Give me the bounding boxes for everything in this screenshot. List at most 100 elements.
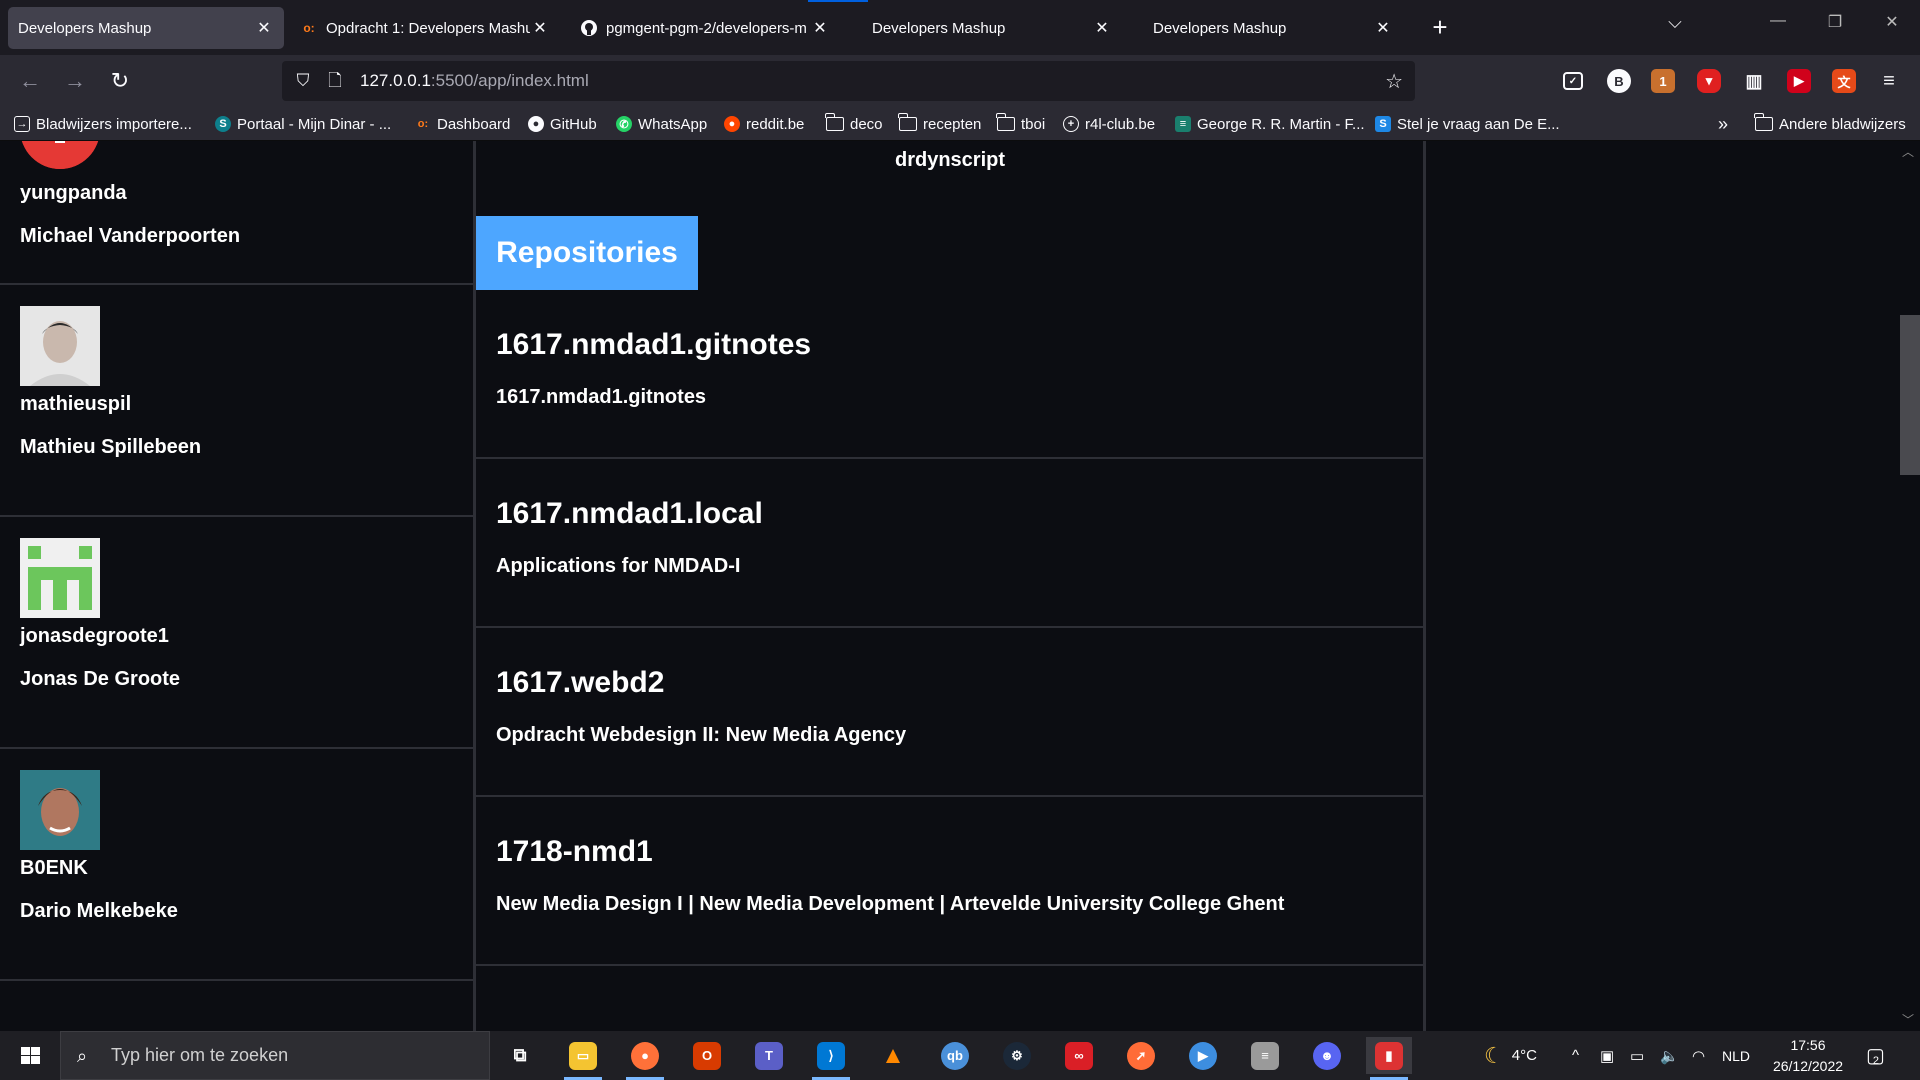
taskbar-search-box[interactable]: ⌕ Typ hier om te zoeken: [60, 1031, 490, 1080]
search-placeholder: Typ hier om te zoeken: [111, 1045, 289, 1065]
bookmark-github[interactable]: ● GitHub: [528, 112, 597, 136]
bookmark-other-folder[interactable]: Andere bladwijzers: [1754, 112, 1906, 136]
photo-avatar: [20, 306, 100, 386]
list-all-tabs-button[interactable]: ⌵: [1660, 12, 1690, 42]
user-fullname: Michael Vanderpoorten: [20, 225, 241, 247]
bookmark-reddit[interactable]: ● reddit.be: [724, 112, 804, 136]
tab-github-repo[interactable]: pgmgent-pgm-2/developers-m ✕: [570, 7, 840, 49]
user-card[interactable]: B0ENK Dario Melkebeke: [0, 749, 474, 981]
tab-title: Developers Mashup: [872, 19, 1006, 37]
bookmark-label: r4l-club.be: [1085, 115, 1156, 133]
language-indicator[interactable]: NLD: [1722, 1031, 1750, 1080]
qbittorrent-icon[interactable]: qb: [932, 1037, 978, 1074]
user-login: B0ENK: [20, 857, 88, 879]
repositories-button[interactable]: Repositories: [476, 216, 698, 290]
tab-developers-mashup-2[interactable]: Developers Mashup ✕: [852, 7, 1122, 49]
reddit-icon: ●: [724, 116, 740, 132]
steam-icon[interactable]: ⚙: [994, 1037, 1040, 1074]
close-icon[interactable]: ✕: [1373, 18, 1393, 38]
firefox-icon[interactable]: ●: [622, 1037, 668, 1080]
office-icon[interactable]: O: [684, 1037, 730, 1074]
bookmark-label: tboi: [1021, 115, 1046, 133]
url-text[interactable]: 127.0.0.1:5500/app/index.html: [360, 71, 589, 91]
repo-description: New Media Design I | New Media Developme…: [496, 893, 1285, 915]
menu-icon[interactable]: ≡: [1877, 69, 1901, 93]
notifications-icon[interactable]: ▢ 2: [1866, 1031, 1885, 1080]
globe-icon: +: [1063, 116, 1079, 132]
close-icon[interactable]: ✕: [810, 18, 830, 38]
close-icon[interactable]: ✕: [530, 18, 550, 38]
address-bar[interactable]: ⛉ 🗋 127.0.0.1:5500/app/index.html ☆: [282, 61, 1415, 101]
file-explorer-icon[interactable]: ▭: [560, 1037, 606, 1080]
bookmark-dashboard[interactable]: o: Dashboard: [415, 112, 511, 136]
user-fullname: Mathieu Spillebeen: [20, 436, 202, 458]
tab-opdracht-1[interactable]: o: Opdracht 1: Developers Mashup ✕: [290, 7, 560, 49]
bookmark-folder-recepten[interactable]: recepten: [898, 112, 981, 136]
close-icon[interactable]: ✕: [1092, 18, 1112, 38]
system-clock[interactable]: 17:56 26/12/2022: [1760, 1035, 1856, 1077]
battery-icon[interactable]: ▭: [1630, 1031, 1644, 1080]
teams-icon[interactable]: T: [746, 1037, 792, 1074]
volume-icon[interactable]: 🔈: [1660, 1031, 1679, 1080]
back-icon[interactable]: ←: [16, 67, 44, 95]
forward-icon[interactable]: →: [61, 67, 89, 95]
bookmark-stel-je-vraag[interactable]: S Stel je vraag aan De E...: [1375, 112, 1560, 136]
repo-item[interactable]: 1718-nmd1 New Media Design I | New Media…: [476, 797, 1424, 966]
bookmark-george-rr-martin[interactable]: ≡ George R. R. Martin - F...: [1175, 112, 1365, 136]
bookmark-portaal[interactable]: S Portaal - Mijn Dinar - ...: [215, 112, 391, 136]
windows-taskbar: ⌕ Typ hier om te zoeken ⧉ ▭ ● O T ⟩ ▲ qb…: [0, 1031, 1920, 1080]
active-app-icon[interactable]: ▮: [1366, 1037, 1412, 1080]
media-player-icon[interactable]: ▶: [1180, 1037, 1226, 1074]
windows-start-icon[interactable]: [10, 1041, 50, 1071]
discord-icon[interactable]: ☻: [1304, 1037, 1350, 1074]
page-icon[interactable]: 🗋: [324, 70, 346, 92]
close-window-icon[interactable]: ✕: [1872, 12, 1912, 42]
bookmark-favicon: ≡: [1175, 116, 1191, 132]
bookmark-folder-deco[interactable]: deco: [825, 112, 883, 136]
close-icon[interactable]: ✕: [254, 18, 274, 38]
youtube-extension-icon[interactable]: ▶: [1787, 69, 1811, 93]
tab-developers-mashup-1[interactable]: Developers Mashup ✕: [8, 7, 284, 49]
new-tab-button[interactable]: +: [1424, 10, 1456, 44]
user-card[interactable]: jonasdegroote1 Jonas De Groote: [0, 517, 474, 749]
repo-item[interactable]: 1617.nmdad1.local Applications for NMDAD…: [476, 459, 1424, 628]
minimize-icon[interactable]: —: [1758, 12, 1798, 42]
restore-icon[interactable]: ❐: [1815, 12, 1855, 42]
page-scrollbar[interactable]: ︿ ﹀: [1896, 141, 1920, 1031]
bookmark-r4l-club[interactable]: + r4l-club.be: [1063, 112, 1155, 136]
wifi-icon[interactable]: ◠: [1692, 1031, 1705, 1080]
bookmark-label: reddit.be: [746, 115, 805, 133]
bookmark-label: WhatsApp: [638, 115, 708, 133]
vlc-icon[interactable]: ▲: [870, 1037, 916, 1074]
github-icon: ●: [528, 116, 544, 132]
bitwarden-icon[interactable]: B: [1607, 69, 1631, 93]
bookmark-star-icon[interactable]: ☆: [1385, 69, 1403, 94]
pocket-icon[interactable]: ✓: [1563, 72, 1583, 90]
tray-chevron-icon[interactable]: ^: [1572, 1031, 1579, 1080]
creative-cloud-icon[interactable]: ∞: [1056, 1037, 1102, 1074]
user-card[interactable]: yungpanda Michael Vanderpoorten: [0, 141, 474, 285]
bookmark-whatsapp[interactable]: ✆ WhatsApp: [616, 112, 707, 136]
scroll-down-icon[interactable]: ﹀: [1896, 1011, 1920, 1031]
weather-widget[interactable]: ☾ 4°C: [1484, 1031, 1537, 1080]
tab-developers-mashup-3[interactable]: Developers Mashup ✕: [1133, 7, 1403, 49]
bookmark-folder-tboi[interactable]: tboi: [996, 112, 1046, 136]
postman-icon[interactable]: ➚: [1118, 1037, 1164, 1074]
ublock-icon[interactable]: ▾: [1697, 69, 1721, 93]
meet-now-icon[interactable]: ▣: [1600, 1031, 1614, 1080]
shield-icon[interactable]: ⛉: [292, 70, 314, 92]
reload-icon[interactable]: ↻: [106, 67, 134, 95]
user-card[interactable]: mathieuspil Mathieu Spillebeen: [0, 285, 474, 517]
database-icon[interactable]: ≡: [1242, 1037, 1288, 1074]
translate-icon[interactable]: 文: [1832, 69, 1856, 93]
scrollbar-thumb[interactable]: [1900, 315, 1920, 475]
bookmark-import[interactable]: → Bladwijzers importere...: [14, 112, 192, 136]
repo-item[interactable]: 1617.webd2 Opdracht Webdesign II: New Me…: [476, 628, 1424, 797]
vscode-icon[interactable]: ⟩: [808, 1037, 854, 1080]
repo-item[interactable]: 1617.nmdad1.gitnotes 1617.nmdad1.gitnote…: [476, 290, 1424, 459]
extension-badge-icon[interactable]: 1: [1651, 69, 1675, 93]
bookmarks-overflow-icon[interactable]: »: [1718, 112, 1728, 136]
task-view-icon[interactable]: ⧉: [497, 1037, 543, 1074]
scroll-up-icon[interactable]: ︿: [1896, 143, 1920, 163]
barcode-icon[interactable]: ▥: [1742, 69, 1766, 93]
